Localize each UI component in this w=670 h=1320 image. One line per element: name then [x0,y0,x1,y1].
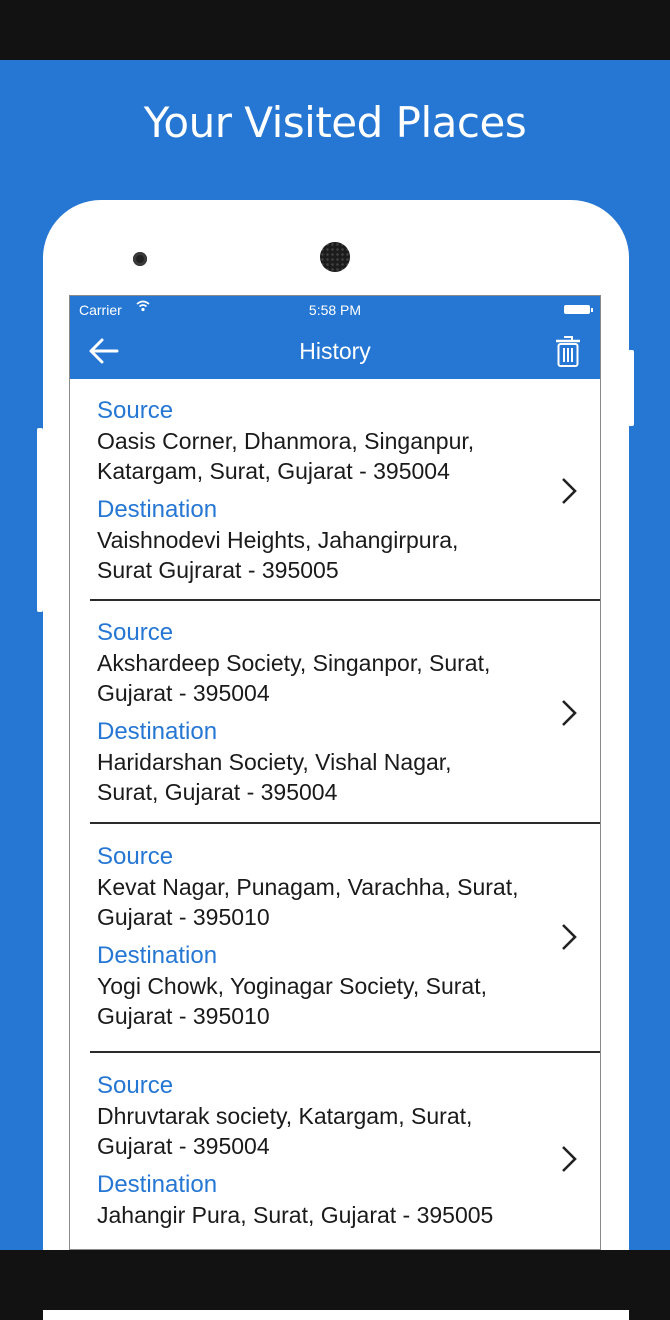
source-label: Source [97,619,174,646]
destination-label: Destination [97,718,218,745]
destination-label: Destination [97,942,218,969]
history-item[interactable]: Source Kevat Nagar, Punagam, Varachha, S… [90,824,600,1053]
navigation-bar: History [70,324,600,379]
destination-label: Destination [97,496,218,523]
battery-icon [564,305,593,314]
chevron-right-icon [562,478,577,504]
destination-address-line: Jahangir Pura, Surat, Gujarat - 395005 [97,1202,494,1228]
status-time: 5:58 PM [308,302,362,318]
source-address-line: Gujarat - 395004 [97,680,270,706]
destination-address-line: Vaishnodevi Heights, Jahangirpura, [97,527,459,553]
promo-title: Your Visited Places [143,98,527,147]
source-address-line: Oasis Corner, Dhanmora, Singanpur, [97,428,475,454]
app-screen: Carrier 5:58 PM History Source Oasis Cor… [69,295,601,1250]
history-item[interactable]: Source Akshardeep Society, Singanpor, Su… [90,601,600,824]
destination-label: Destination [97,1171,218,1198]
source-address-line: Dhruvtarak society, Katargam, Surat, [97,1103,473,1129]
destination-address-line: Gujarat - 395010 [97,1003,270,1029]
status-bar: Carrier 5:58 PM [70,296,600,324]
history-item[interactable]: Source Oasis Corner, Dhanmora, Singanpur… [90,379,600,601]
source-address-line: Akshardeep Society, Singanpor, Surat, [97,650,491,676]
source-label: Source [97,843,174,870]
destination-address-line: Yogi Chowk, Yoginagar Society, Surat, [97,973,487,999]
bottom-bar [0,1250,670,1310]
chevron-right-icon [562,924,577,950]
delete-history-button[interactable] [554,334,582,368]
chevron-right-icon [562,700,577,726]
destination-address-line: Surat Gujrarat - 395005 [97,557,339,583]
history-list: Source Oasis Corner, Dhanmora, Singanpur… [70,379,600,1249]
phone-speaker [320,242,350,272]
source-label: Source [97,397,174,424]
chevron-right-icon [562,1146,577,1172]
source-address-line: Gujarat - 395010 [97,904,270,930]
page-title: History [299,338,371,364]
source-address-line: Kevat Nagar, Punagam, Varachha, Surat, [97,874,519,900]
source-address-line: Katargam, Surat, Gujarat - 395004 [97,458,450,484]
phone-sensor [133,252,147,266]
destination-address-line: Haridarshan Society, Vishal Nagar, [97,749,452,775]
source-address-line: Gujarat - 395004 [97,1133,270,1159]
trash-icon [556,336,580,367]
history-item[interactable]: Source Dhruvtarak society, Katargam, Sur… [90,1053,600,1249]
source-label: Source [97,1072,174,1099]
destination-address-line: Surat, Gujarat - 395004 [97,779,338,805]
